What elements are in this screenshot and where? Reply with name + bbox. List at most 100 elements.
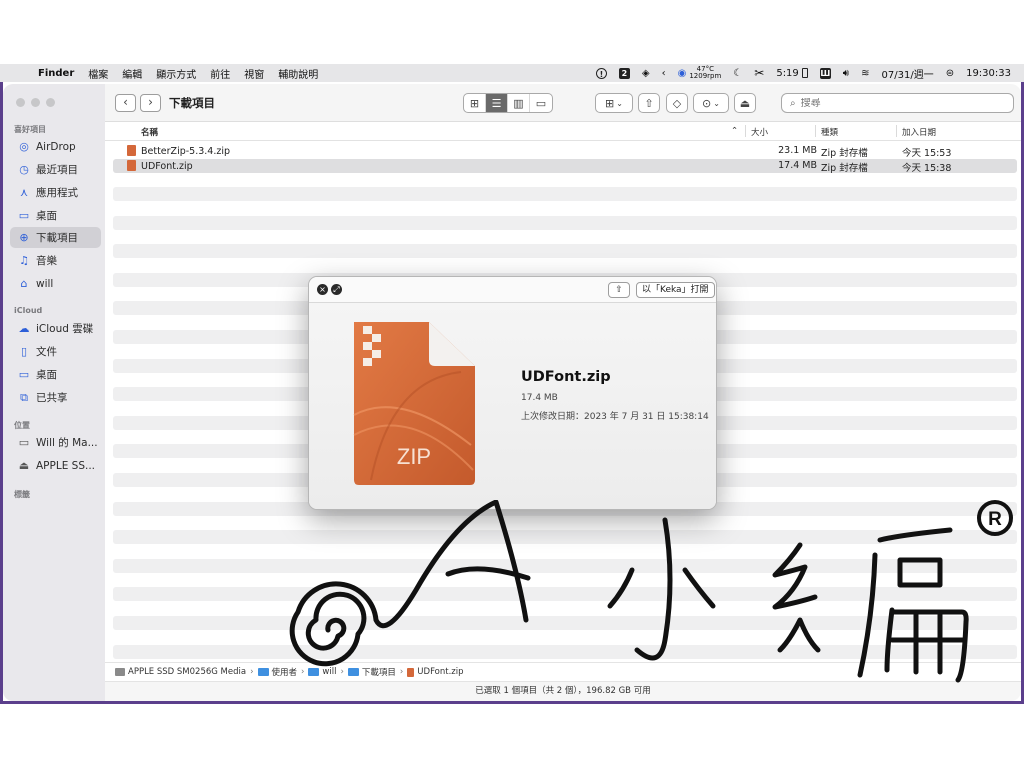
file-row-udfont[interactable]: UDFont.zip 17.4 MB Zip 封存檔 今天 15:38: [113, 159, 1017, 174]
sidebar-item-applications[interactable]: ⋏ 應用程式: [10, 182, 101, 203]
menu-date[interactable]: 07/31/週一: [876, 66, 940, 81]
path-item-home[interactable]: will: [308, 667, 336, 677]
chevron-left-icon[interactable]: ‹: [656, 68, 672, 79]
sidebar-item-music[interactable]: ♫ 音樂: [10, 250, 101, 271]
column-header: 名稱 ⌃ 大小 種類 加入日期: [105, 122, 1021, 141]
column-kind[interactable]: 種類: [821, 126, 838, 138]
forward-button[interactable]: ›: [140, 94, 161, 112]
zoom-window-button[interactable]: [46, 98, 55, 107]
layers-icon[interactable]: ◈: [636, 68, 656, 79]
eject-icon: ⏏: [739, 96, 751, 110]
column-size[interactable]: 大小: [751, 126, 768, 138]
quick-look-titlebar: × ⤢ ⇧ 以「Keka」打開: [309, 277, 716, 303]
file-size: 17.4 MB: [778, 160, 817, 171]
list-view-button[interactable]: ☰: [486, 94, 508, 112]
zip-archive-icon: ZIP: [351, 320, 477, 490]
status-badge[interactable]: 2: [613, 67, 636, 79]
menu-window[interactable]: 視窗: [237, 66, 271, 81]
column-divider[interactable]: [745, 125, 746, 137]
empty-row: [113, 587, 1017, 602]
back-button[interactable]: ‹: [115, 94, 136, 112]
file-kind: Zip 封存檔: [821, 148, 868, 159]
grid-icon: ⊞: [605, 96, 615, 110]
eject-button[interactable]: ⏏: [734, 93, 756, 113]
minimize-window-button[interactable]: [31, 98, 40, 107]
sidebar-item-airdrop[interactable]: ◎ AirDrop: [10, 136, 101, 157]
sidebar-item-mac[interactable]: ▭ Will 的 Ma...: [10, 432, 101, 453]
menu-help[interactable]: 輔助說明: [271, 66, 325, 81]
action-menu-button[interactable]: ⊙ ⌄: [693, 93, 729, 113]
chevron-right-icon: ›: [148, 95, 153, 109]
tag-button[interactable]: ◇: [666, 93, 688, 113]
sidebar-item-downloads[interactable]: ⊕ 下載項目: [10, 227, 101, 248]
sidebar-item-drive[interactable]: ⏏ APPLE SS...: [10, 455, 101, 476]
search-input[interactable]: [800, 97, 991, 109]
menu-edit[interactable]: 編輯: [115, 66, 149, 81]
file-row-betterzip[interactable]: BetterZip-5.3.4.zip 23.1 MB Zip 封存檔 今天 1…: [113, 144, 1017, 159]
sidebar-header-tags: 標籤: [14, 490, 30, 499]
sidebar-item-home[interactable]: ⌂ will: [10, 273, 101, 294]
column-divider[interactable]: [815, 125, 816, 137]
window-controls: [16, 98, 55, 107]
music-icon: ♫: [19, 254, 29, 267]
sidebar-item-shared[interactable]: ⧉ 已共享: [10, 387, 101, 408]
search-field[interactable]: ⌕: [781, 93, 1014, 113]
control-center-icon[interactable]: ⊜: [940, 68, 960, 79]
column-divider[interactable]: [896, 125, 897, 137]
battery-icon: [801, 68, 808, 78]
sidebar-item-recents[interactable]: ◷ 最近項目: [10, 159, 101, 180]
close-window-button[interactable]: [16, 98, 25, 107]
sidebar-item-documents[interactable]: ▯ 文件: [10, 341, 101, 362]
moon-icon[interactable]: ☾: [727, 68, 748, 79]
sidebar-item-icloud-desktop[interactable]: ▭ 桌面: [10, 364, 101, 385]
path-item-users[interactable]: 使用者: [257, 666, 297, 678]
zip-file-icon: [127, 145, 136, 156]
file-kind: Zip 封存檔: [821, 163, 868, 174]
folder-icon: [308, 668, 320, 676]
menu-go[interactable]: 前往: [203, 66, 237, 81]
path-separator-icon: ›: [250, 667, 254, 677]
applications-icon: ⋏: [19, 186, 29, 199]
desktop-icon: ▭: [18, 368, 30, 381]
column-view-button[interactable]: ▥: [508, 94, 530, 112]
view-mode-segmented-control: ⊞ ☰ ▥ ▭: [463, 93, 553, 113]
ellipsis-circle-icon: ⊙: [702, 96, 712, 110]
menu-app-name[interactable]: Finder: [34, 68, 81, 79]
sidebar-item-icloud-drive[interactable]: ☁ iCloud 雲碟: [10, 318, 101, 339]
open-with-keka-button[interactable]: 以「Keka」打開: [636, 282, 715, 298]
path-bar: APPLE SSD SM0256G Media › 使用者 › will › 下…: [105, 662, 1021, 681]
wifi-icon[interactable]: ≋: [855, 68, 875, 79]
column-name[interactable]: 名稱: [141, 126, 158, 138]
battery-widget[interactable]: 5:19: [770, 68, 813, 79]
path-item-file[interactable]: UDFont.zip: [407, 667, 464, 677]
menu-clock[interactable]: 19:30:33: [960, 68, 1024, 79]
menu-file[interactable]: 檔案: [81, 66, 115, 81]
menu-view[interactable]: 顯示方式: [149, 66, 203, 81]
path-item-drive[interactable]: APPLE SSD SM0256G Media: [115, 667, 246, 677]
share-button[interactable]: ⇧: [638, 93, 660, 113]
column-date-added[interactable]: 加入日期: [902, 126, 936, 138]
clock-icon: ◷: [19, 163, 29, 176]
file-size: 23.1 MB: [778, 145, 817, 156]
sidebar-item-desktop[interactable]: ▭ 桌面: [10, 205, 101, 226]
path-item-downloads[interactable]: 下載項目: [347, 666, 396, 678]
empty-row: [113, 644, 1017, 659]
scissors-icon[interactable]: ✂: [748, 66, 770, 80]
volume-icon[interactable]: 🔊︎: [837, 68, 855, 79]
search-icon: ⌕: [790, 97, 796, 109]
sort-chevron-icon[interactable]: ⌃: [731, 126, 738, 136]
status-circle-icon[interactable]: !: [590, 67, 613, 79]
icon-view-button[interactable]: ⊞: [464, 94, 486, 112]
laptop-icon: ▭: [18, 436, 30, 449]
home-icon: ⌂: [20, 277, 28, 290]
quick-look-content: ZIP UDFont.zip 17.4 MB 上次修改日期：2023 年 7 月…: [309, 303, 716, 509]
group-by-button[interactable]: ⊞ ⌄: [595, 93, 633, 113]
gallery-view-button[interactable]: ▭: [530, 94, 552, 112]
quick-look-fullscreen-button[interactable]: ⤢: [331, 284, 342, 295]
folder-icon: [257, 668, 269, 676]
sensor-widget[interactable]: ◉ 47°C 1209rpm: [672, 66, 728, 80]
quick-look-share-button[interactable]: ⇧: [608, 282, 630, 298]
quick-look-close-button[interactable]: ×: [317, 284, 328, 295]
app-icon[interactable]: Ш: [814, 67, 837, 79]
desktop-icon: ▭: [18, 209, 30, 222]
